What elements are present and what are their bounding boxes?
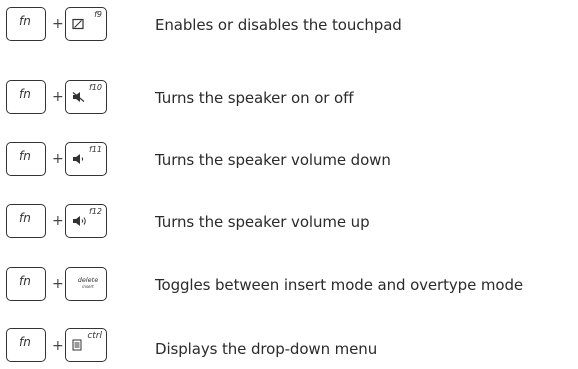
fn-key-label: fn (19, 335, 31, 349)
f9-key: f9 (65, 7, 107, 41)
volume-up-icon (72, 212, 88, 231)
shortcut-description: Enables or disables the touchpad (155, 16, 402, 34)
shortcut-description: Displays the drop-down menu (155, 340, 378, 358)
shortcut-row-volume-up: fn + f12 Turns the speaker volume up (0, 202, 578, 242)
shortcut-description: Turns the speaker on or off (155, 89, 354, 107)
insert-key-label: insert (82, 284, 94, 289)
plus-sign: + (52, 16, 64, 32)
fn-key: fn (6, 328, 46, 362)
shortcut-row-insert-mode: fn + delete insert Toggles between inser… (0, 265, 578, 305)
f12-key: f12 (65, 204, 107, 238)
f11-key: f11 (65, 142, 107, 176)
shortcut-row-volume-down: fn + f11 Turns the speaker volume down (0, 140, 578, 180)
ctrl-key-label: ctrl (87, 331, 102, 341)
f9-key-label: f9 (94, 10, 102, 19)
f11-key-label: f11 (89, 145, 102, 154)
fn-key-label: fn (19, 14, 31, 28)
shortcut-description: Toggles between insert mode and overtype… (155, 276, 524, 294)
fn-key: fn (6, 7, 46, 41)
menu-icon (72, 336, 82, 355)
fn-key: fn (6, 204, 46, 238)
plus-sign: + (52, 151, 64, 167)
fn-key-label: fn (19, 274, 31, 288)
shortcut-row-dropdown-menu: fn + ctrl Displays the drop-down menu (0, 326, 578, 366)
f10-key: f10 (65, 80, 107, 114)
shortcut-description: Turns the speaker volume down (155, 151, 391, 169)
volume-down-icon (72, 150, 86, 169)
shortcut-description: Turns the speaker volume up (155, 213, 370, 231)
fn-key-label: fn (19, 87, 31, 101)
delete-key-label: delete (77, 276, 99, 284)
shortcut-row-touchpad: fn + f9 Enables or disables the touchpad (0, 5, 578, 45)
delete-key: delete insert (65, 267, 107, 301)
fn-key-label: fn (19, 211, 31, 225)
ctrl-key: ctrl (65, 328, 107, 362)
shortcut-row-speaker-toggle: fn + f10 Turns the speaker on or off (0, 80, 578, 120)
f10-key-label: f10 (89, 83, 102, 92)
fn-key-label: fn (19, 149, 31, 163)
plus-sign: + (52, 89, 64, 105)
plus-sign: + (52, 338, 64, 354)
fn-key: fn (6, 142, 46, 176)
f12-key-label: f12 (89, 207, 102, 216)
speaker-mute-icon (72, 88, 86, 107)
fn-key: fn (6, 80, 46, 114)
plus-sign: + (52, 276, 64, 292)
fn-key: fn (6, 267, 46, 301)
touchpad-icon (72, 15, 84, 34)
plus-sign: + (52, 213, 64, 229)
